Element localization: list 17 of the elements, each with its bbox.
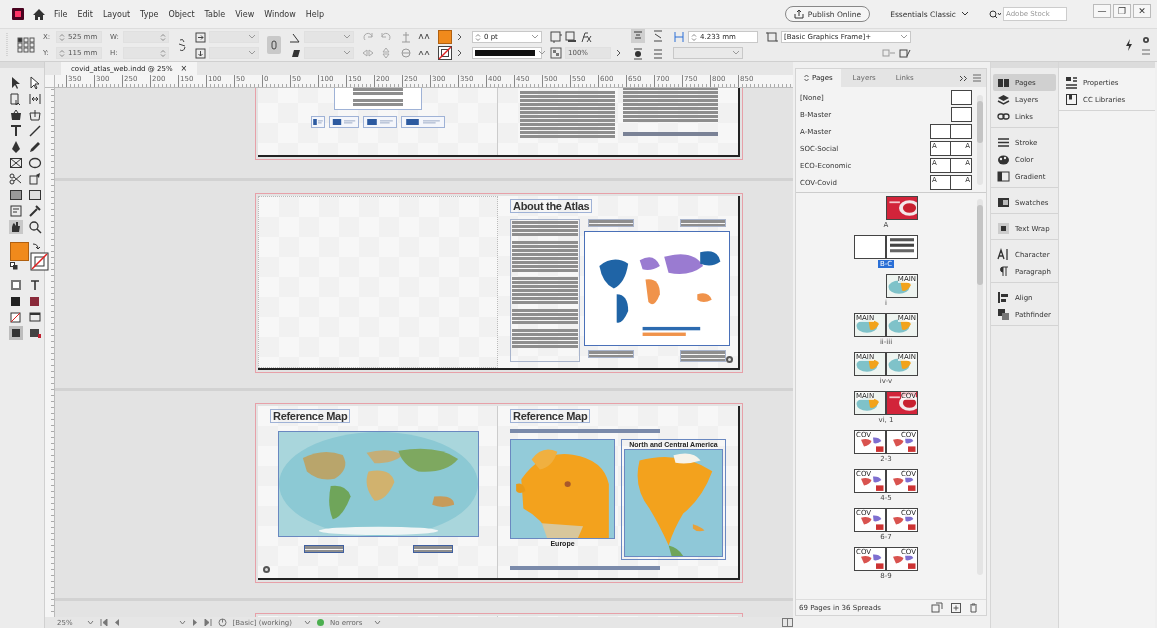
page-heading: Reference Map (270, 409, 351, 423)
window-control-button[interactable]: ✕ (1133, 4, 1151, 18)
page-heading: Reference Map (510, 409, 591, 423)
page-heading: About the Atlas (510, 199, 593, 213)
close-button[interactable]: × (180, 64, 188, 73)
menu-item[interactable]: Table (204, 9, 226, 19)
menu-item[interactable]: Window (264, 9, 296, 19)
menu-item[interactable]: Type (140, 9, 159, 19)
document-spread[interactable]: About the Atlas (255, 193, 743, 373)
menu-item[interactable]: Edit (77, 9, 93, 19)
menu-item[interactable]: Object (168, 9, 195, 19)
menu-item[interactable]: Help (305, 9, 324, 19)
window-control-button[interactable]: — (1093, 4, 1111, 18)
menu-item[interactable]: View (235, 9, 255, 19)
menu-item[interactable]: Layout (102, 9, 131, 19)
window-control-button[interactable]: ❐ (1113, 4, 1131, 18)
menu-item[interactable]: File (54, 9, 68, 19)
